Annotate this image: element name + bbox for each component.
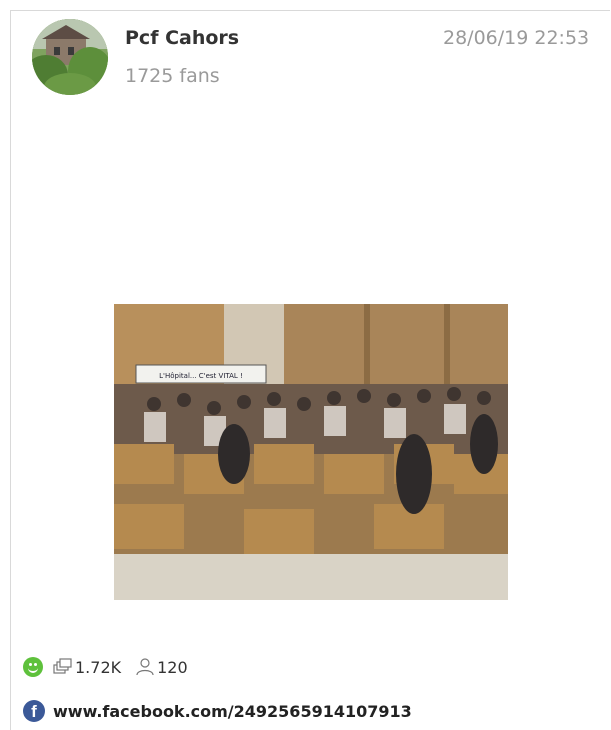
photo-auditorium-icon: L'Hôpital... C'est VITAL ! [114, 304, 508, 600]
post-stats: 1.72K 120 [23, 656, 202, 678]
people-count: 120 [157, 657, 188, 677]
smile-icon [23, 657, 43, 677]
source-link-row[interactable]: f www.facebook.com/2492565914107913 [23, 699, 412, 723]
post-image[interactable]: L'Hôpital... C'est VITAL ! [114, 304, 508, 600]
source-url[interactable]: www.facebook.com/2492565914107913 [53, 702, 412, 721]
post-card: Pcf Cahors 1725 fans 28/06/19 22:53 L'Hô… [10, 10, 610, 730]
shares-count: 1.72K [75, 657, 122, 677]
banner-text: L'Hôpital... C'est VITAL ! [159, 372, 243, 380]
facebook-icon: f [23, 700, 45, 722]
fans-count: 1725 fans [125, 65, 220, 87]
post-date: 28/06/19 22:53 [443, 27, 590, 49]
avatar-photo-icon [32, 19, 108, 95]
people-icon [136, 658, 154, 676]
avatar[interactable] [32, 19, 108, 95]
shares-icon [53, 658, 72, 674]
author-name[interactable]: Pcf Cahors [125, 27, 239, 49]
